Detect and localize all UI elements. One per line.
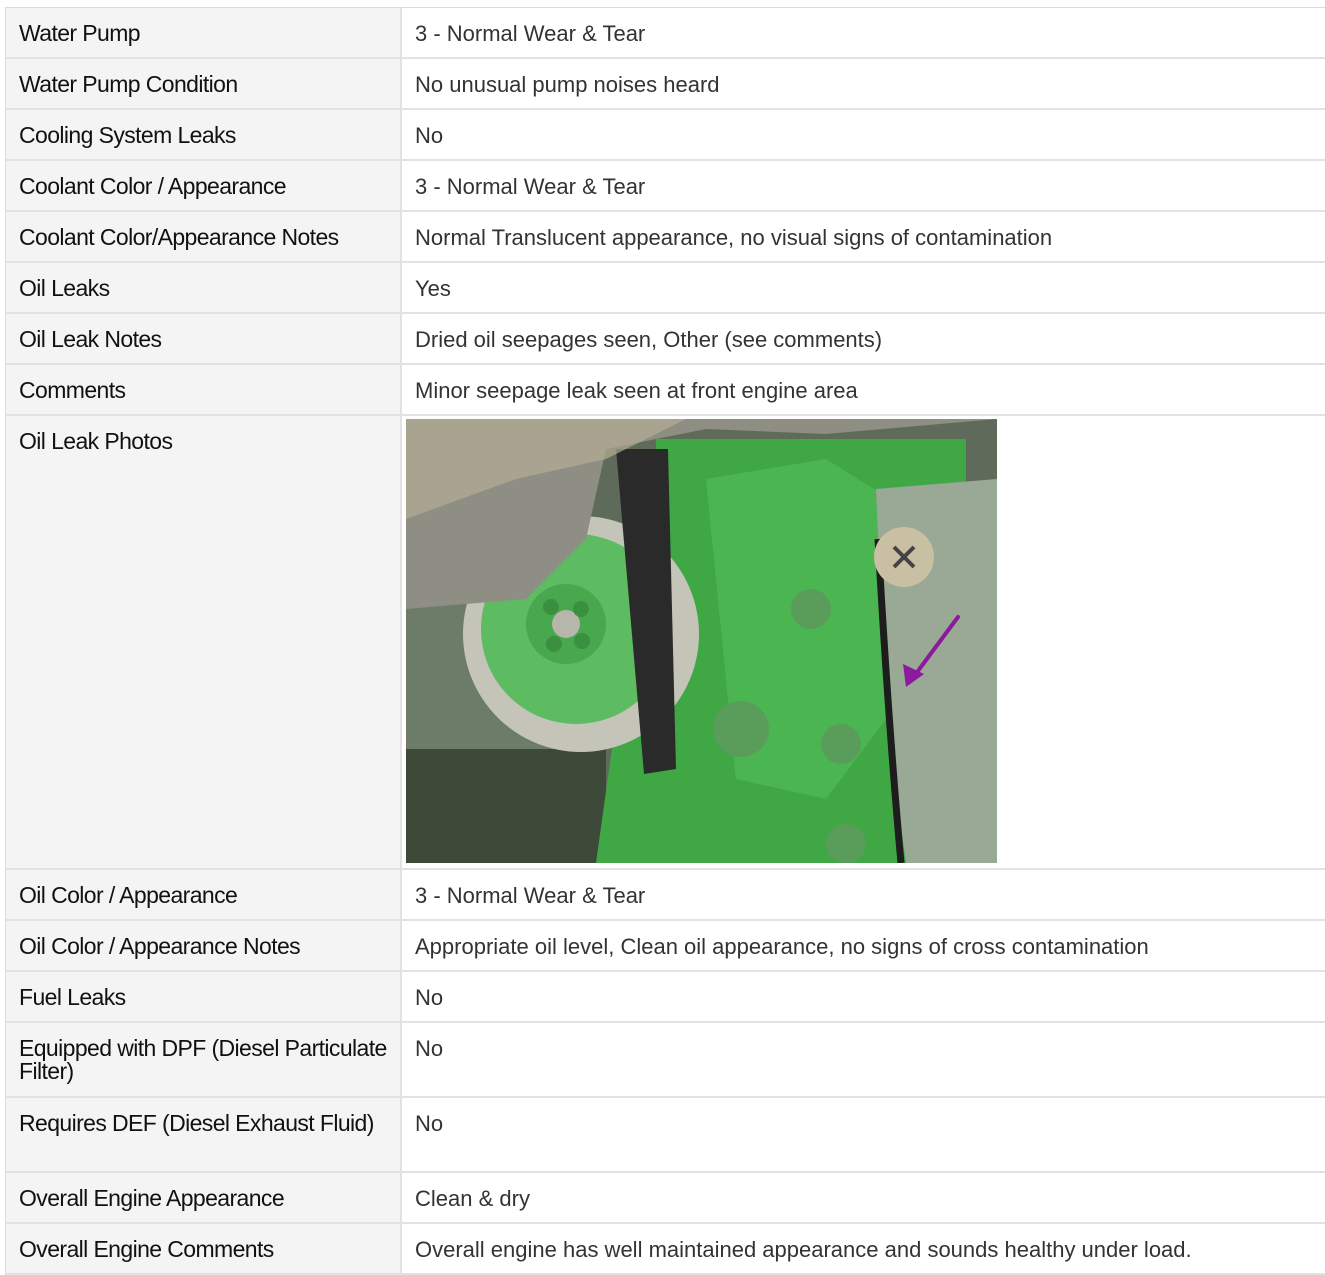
table-row: Coolant Color / Appearance 3 - Normal We… (6, 161, 1325, 212)
table-row: Comments Minor seepage leak seen at fron… (6, 365, 1325, 416)
row-label: Oil Leak Photos (6, 416, 402, 868)
row-value: Clean & dry (415, 1186, 530, 1211)
row-label: Water Pump (6, 8, 402, 57)
row-value: No unusual pump noises heard (415, 72, 720, 97)
row-label: Fuel Leaks (6, 972, 402, 1021)
row-label: Comments (6, 365, 402, 414)
row-value: Yes (415, 276, 451, 301)
table-row: Oil Leak Notes Dried oil seepages seen, … (6, 314, 1325, 365)
photo-cell (402, 416, 1325, 868)
table-row: Oil Color / Appearance 3 - Normal Wear &… (6, 870, 1325, 921)
row-value: No (415, 123, 444, 148)
row-label: Overall Engine Comments (6, 1224, 402, 1273)
row-value: Normal Translucent appearance, no visual… (415, 225, 1053, 250)
table-row: Overall Engine Comments Overall engine h… (6, 1224, 1325, 1275)
row-value: Overall engine has well maintained appea… (415, 1237, 1192, 1262)
row-label: Oil Color / Appearance (6, 870, 402, 919)
row-label: Overall Engine Appearance (6, 1173, 402, 1222)
table-row: Water Pump Condition No unusual pump noi… (6, 59, 1325, 110)
table-row: Coolant Color/Appearance Notes Normal Tr… (6, 212, 1325, 263)
row-label: Oil Color / Appearance Notes (6, 921, 402, 970)
table-row: Oil Leaks Yes (6, 263, 1325, 314)
row-value: No (415, 1036, 444, 1061)
row-label: Oil Leaks (6, 263, 402, 312)
row-label: Coolant Color/Appearance Notes (6, 212, 402, 261)
row-label: Oil Leak Notes (6, 314, 402, 363)
row-value: Appropriate oil level, Clean oil appeara… (415, 934, 1149, 959)
engine-inspection-table: Water Pump 3 - Normal Wear & Tear Water … (5, 7, 1325, 1275)
table-row: Oil Color / Appearance Notes Appropriate… (6, 921, 1325, 972)
table-row: Water Pump 3 - Normal Wear & Tear (6, 8, 1325, 59)
engine-oil-leak-photo[interactable] (406, 419, 997, 863)
row-label: Coolant Color / Appearance (6, 161, 402, 210)
table-row: Overall Engine Appearance Clean & dry (6, 1173, 1325, 1224)
row-label: Requires DEF (Diesel Exhaust Fluid) (6, 1098, 402, 1171)
row-value: No (415, 1111, 444, 1136)
row-value: Dried oil seepages seen, Other (see comm… (415, 327, 883, 352)
row-label: Water Pump Condition (6, 59, 402, 108)
row-value: 3 - Normal Wear & Tear (415, 883, 646, 908)
row-label: Equipped with DPF (Diesel Particulate Fi… (6, 1023, 402, 1096)
table-row-photos: Oil Leak Photos (6, 416, 1325, 870)
row-value: 3 - Normal Wear & Tear (415, 174, 646, 199)
table-row: Fuel Leaks No (6, 972, 1325, 1023)
table-row: Equipped with DPF (Diesel Particulate Fi… (6, 1023, 1325, 1098)
row-value: No (415, 985, 444, 1010)
row-label: Cooling System Leaks (6, 110, 402, 159)
table-row: Requires DEF (Diesel Exhaust Fluid) No (6, 1098, 1325, 1173)
row-value: 3 - Normal Wear & Tear (415, 21, 646, 46)
row-value: Minor seepage leak seen at front engine … (415, 378, 858, 403)
table-row: Cooling System Leaks No (6, 110, 1325, 161)
